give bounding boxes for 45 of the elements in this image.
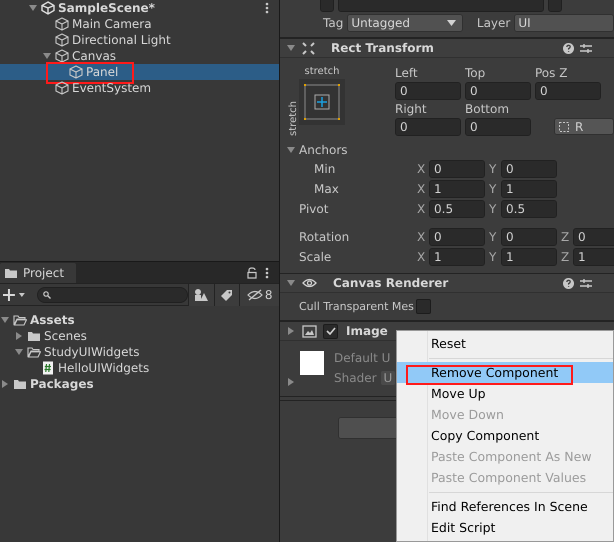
property-label: Scale bbox=[298, 250, 332, 264]
property-label: Min bbox=[313, 162, 336, 176]
material-name: Default U bbox=[334, 351, 392, 365]
property-label: Rotation bbox=[298, 230, 350, 244]
position-label: Bottom bbox=[465, 102, 510, 118]
position-label: Right bbox=[395, 102, 428, 118]
project-item-label: Scenes bbox=[44, 329, 87, 343]
component-title: Image bbox=[346, 324, 388, 338]
hierarchy-item-label: SampleScene* bbox=[58, 1, 155, 15]
project-item-label: Assets bbox=[30, 313, 75, 327]
axis-label: Y bbox=[489, 162, 498, 176]
component-title: Rect Transform bbox=[331, 41, 434, 55]
project-item-label: HelloUIWidgets bbox=[58, 361, 150, 375]
axis-label: X bbox=[417, 250, 426, 264]
component-title: Canvas Renderer bbox=[333, 276, 448, 290]
axis-label: Z bbox=[561, 230, 570, 244]
hierarchy-item-label: Main Camera bbox=[72, 17, 152, 31]
axis-label: X bbox=[417, 202, 426, 216]
property-label: Cull Transparent Mes bbox=[298, 300, 414, 313]
property-label: Max bbox=[313, 182, 340, 196]
axis-label: X bbox=[417, 162, 426, 176]
anchor-preset-side-label: stretch bbox=[288, 101, 299, 136]
layer-label: Layer bbox=[476, 16, 510, 30]
shader-label: Shader bbox=[334, 371, 377, 385]
hierarchy-item-label: Canvas bbox=[72, 49, 116, 63]
axis-label: Y bbox=[489, 202, 498, 216]
project-item-label: StudyUIWidgets bbox=[44, 345, 140, 359]
position-label: Top bbox=[465, 66, 486, 82]
anchor-preset-top-label: stretch bbox=[304, 66, 340, 77]
anchors-label: Anchors bbox=[299, 142, 348, 156]
axis-label: Z bbox=[561, 250, 570, 264]
hierarchy-item-label: EventSystem bbox=[72, 81, 152, 95]
tag-label: Tag bbox=[323, 16, 344, 30]
axis-label: X bbox=[417, 230, 426, 244]
property-label: Pivot bbox=[298, 202, 330, 216]
tab-label: Project bbox=[23, 266, 64, 280]
axis-label: Y bbox=[489, 250, 498, 264]
axis-label: Y bbox=[489, 182, 498, 196]
position-label: Pos Z bbox=[535, 66, 568, 82]
axis-label: Y bbox=[489, 230, 498, 244]
axis-label: X bbox=[417, 182, 426, 196]
hierarchy-item-label: Directional Light bbox=[72, 33, 171, 47]
project-item-label: Packages bbox=[30, 377, 94, 391]
hierarchy-item-label: Panel bbox=[86, 65, 118, 79]
position-label: Left bbox=[395, 66, 419, 82]
